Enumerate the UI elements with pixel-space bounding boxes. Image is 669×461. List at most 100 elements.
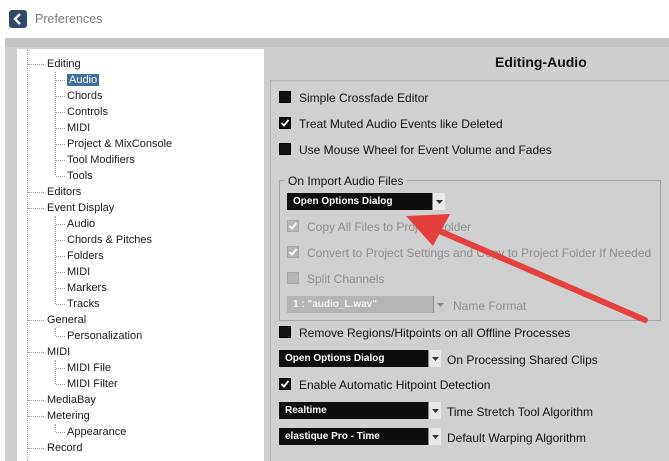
hitpoint-detection-label: Enable Automatic Hitpoint Detection (299, 378, 491, 392)
tree-connector (56, 384, 65, 385)
convert-settings-label: Convert to Project Settings and Copy to … (307, 246, 652, 260)
tree-item-tracks[interactable]: Tracks (67, 296, 100, 312)
panel-title: Editing-Audio (495, 54, 587, 70)
tree-item-label: Audio (67, 218, 96, 230)
treat-muted-checkbox[interactable] (279, 117, 291, 129)
tree-item-editing-chords[interactable]: Chords (67, 88, 102, 104)
cubase-logo-icon (9, 10, 27, 28)
tree-item-label: Appearance (67, 426, 127, 438)
shared-clips-dropdown[interactable]: Open Options Dialog (279, 350, 441, 367)
tree-item-label: Editors (47, 186, 82, 198)
name-format-value: 1 : "audio_L.wav" (293, 299, 377, 310)
tree-item-label: Editing (47, 58, 81, 70)
import-mode-dropdown[interactable]: Open Options Dialog (287, 193, 445, 210)
tree-branch-line (55, 216, 56, 304)
tree-item-record[interactable]: Record (47, 440, 82, 456)
tree-connector (56, 112, 65, 113)
tree-item-tool-modifiers[interactable]: Tool Modifiers (67, 152, 135, 168)
tree-connector (28, 400, 44, 401)
tree-item-event-display-audio[interactable]: Audio (67, 216, 95, 232)
tree-item-mediabay[interactable]: MediaBay (47, 392, 96, 408)
tree-connector (56, 224, 65, 225)
tree-item-editors[interactable]: Editors (47, 184, 81, 200)
window-title: Preferences (35, 12, 103, 26)
shared-clips-value: Open Options Dialog (285, 353, 385, 364)
tree-item-label: MIDI File (67, 362, 111, 374)
tree-connector (28, 64, 44, 65)
tree-item-midi-filter[interactable]: MIDI Filter (67, 376, 118, 392)
tree-item-event-display-midi[interactable]: MIDI (67, 264, 90, 280)
tree-item-general[interactable]: General (47, 312, 86, 328)
tree-connector (28, 448, 44, 449)
tree-item-chords-pitches[interactable]: Chords & Pitches (67, 232, 152, 248)
tree-item-label: MediaBay (47, 394, 96, 406)
tree-item-editing[interactable]: Editing (47, 56, 81, 72)
warping-dropdown[interactable]: elastique Pro - Time (279, 428, 441, 445)
tree-connector (56, 160, 65, 161)
tree-item-label: General (47, 314, 87, 326)
tree-item-editing-audio[interactable]: Audio (67, 72, 100, 88)
split-channels-label: Split Channels (307, 272, 385, 286)
chevron-down-icon (432, 193, 445, 210)
tree-item-label: Markers (67, 282, 107, 294)
time-stretch-label: Time Stretch Tool Algorithm (447, 405, 594, 419)
tree-connector (56, 304, 65, 305)
tree-item-midi[interactable]: MIDI (47, 344, 70, 360)
time-stretch-value: Realtime (285, 405, 327, 416)
remove-regions-checkbox[interactable] (279, 326, 291, 338)
name-format-dropdown[interactable]: 1 : "audio_L.wav" (287, 296, 446, 313)
tree-item-editing-midi[interactable]: MIDI (67, 120, 90, 136)
tree-item-label: MIDI (47, 346, 71, 358)
chevron-down-icon (433, 296, 446, 313)
title-bar: Preferences (0, 0, 669, 38)
checkmark-icon (280, 380, 290, 388)
tree-connector (56, 80, 65, 81)
tree-item-label: Event Display (47, 202, 115, 214)
tree-item-label: Chords & Pitches (67, 234, 152, 246)
import-mode-value: Open Options Dialog (293, 196, 393, 207)
tree-item-editing-controls[interactable]: Controls (67, 104, 108, 120)
tree-item-label: Personalization (67, 330, 143, 342)
mouse-wheel-label: Use Mouse Wheel for Event Volume and Fad… (299, 143, 552, 157)
tree-item-event-display[interactable]: Event Display (47, 200, 114, 216)
warping-label: Default Warping Algorithm (447, 431, 586, 445)
simple-crossfade-label: Simple Crossfade Editor (299, 91, 429, 105)
tree-item-label: MIDI Filter (67, 378, 118, 390)
copy-files-checkbox[interactable] (287, 220, 299, 232)
tree-item-folders[interactable]: Folders (67, 248, 104, 264)
tree-connector (56, 368, 65, 369)
tree-item-personalization[interactable]: Personalization (67, 328, 142, 344)
tree-branch-line (55, 328, 56, 336)
hitpoint-detection-checkbox[interactable] (279, 378, 291, 390)
tree-item-metering[interactable]: Metering (47, 408, 90, 424)
tree-item-label: MIDI (67, 266, 91, 278)
checkmark-icon (288, 248, 298, 256)
tree-branch-line (55, 360, 56, 384)
tree-item-label: Folders (67, 250, 104, 262)
tree-connector (56, 128, 65, 129)
tree-connector (56, 336, 65, 337)
tree-connector (56, 272, 65, 273)
convert-settings-checkbox[interactable] (287, 246, 299, 258)
import-audio-group-title: On Import Audio Files (285, 174, 407, 188)
tree-item-label: Project & MixConsole (67, 138, 173, 150)
tree-connector (56, 176, 65, 177)
preferences-tree[interactable]: Editing Audio Chords Controls MIDI Project & … (17, 49, 264, 461)
split-channels-checkbox[interactable] (287, 272, 299, 284)
tree-item-midi-file[interactable]: MIDI File (67, 360, 111, 376)
tree-item-tools[interactable]: Tools (67, 168, 93, 184)
tree-item-markers[interactable]: Markers (67, 280, 107, 296)
time-stretch-dropdown[interactable]: Realtime (279, 402, 441, 419)
tree-item-appearance[interactable]: Appearance (67, 424, 126, 440)
tree-connector (56, 144, 65, 145)
mouse-wheel-checkbox[interactable] (279, 143, 291, 155)
tree-connector (28, 352, 44, 353)
chevron-down-icon (428, 428, 441, 445)
tree-item-label: Controls (67, 106, 108, 118)
copy-files-label: Copy All Files to Project Folder (307, 220, 472, 234)
tree-item-label: MIDI (67, 122, 91, 134)
tree-item-label: Tool Modifiers (67, 154, 135, 166)
tree-item-project-mixconsole[interactable]: Project & MixConsole (67, 136, 172, 152)
chevron-down-icon (428, 350, 441, 367)
simple-crossfade-checkbox[interactable] (279, 91, 291, 103)
